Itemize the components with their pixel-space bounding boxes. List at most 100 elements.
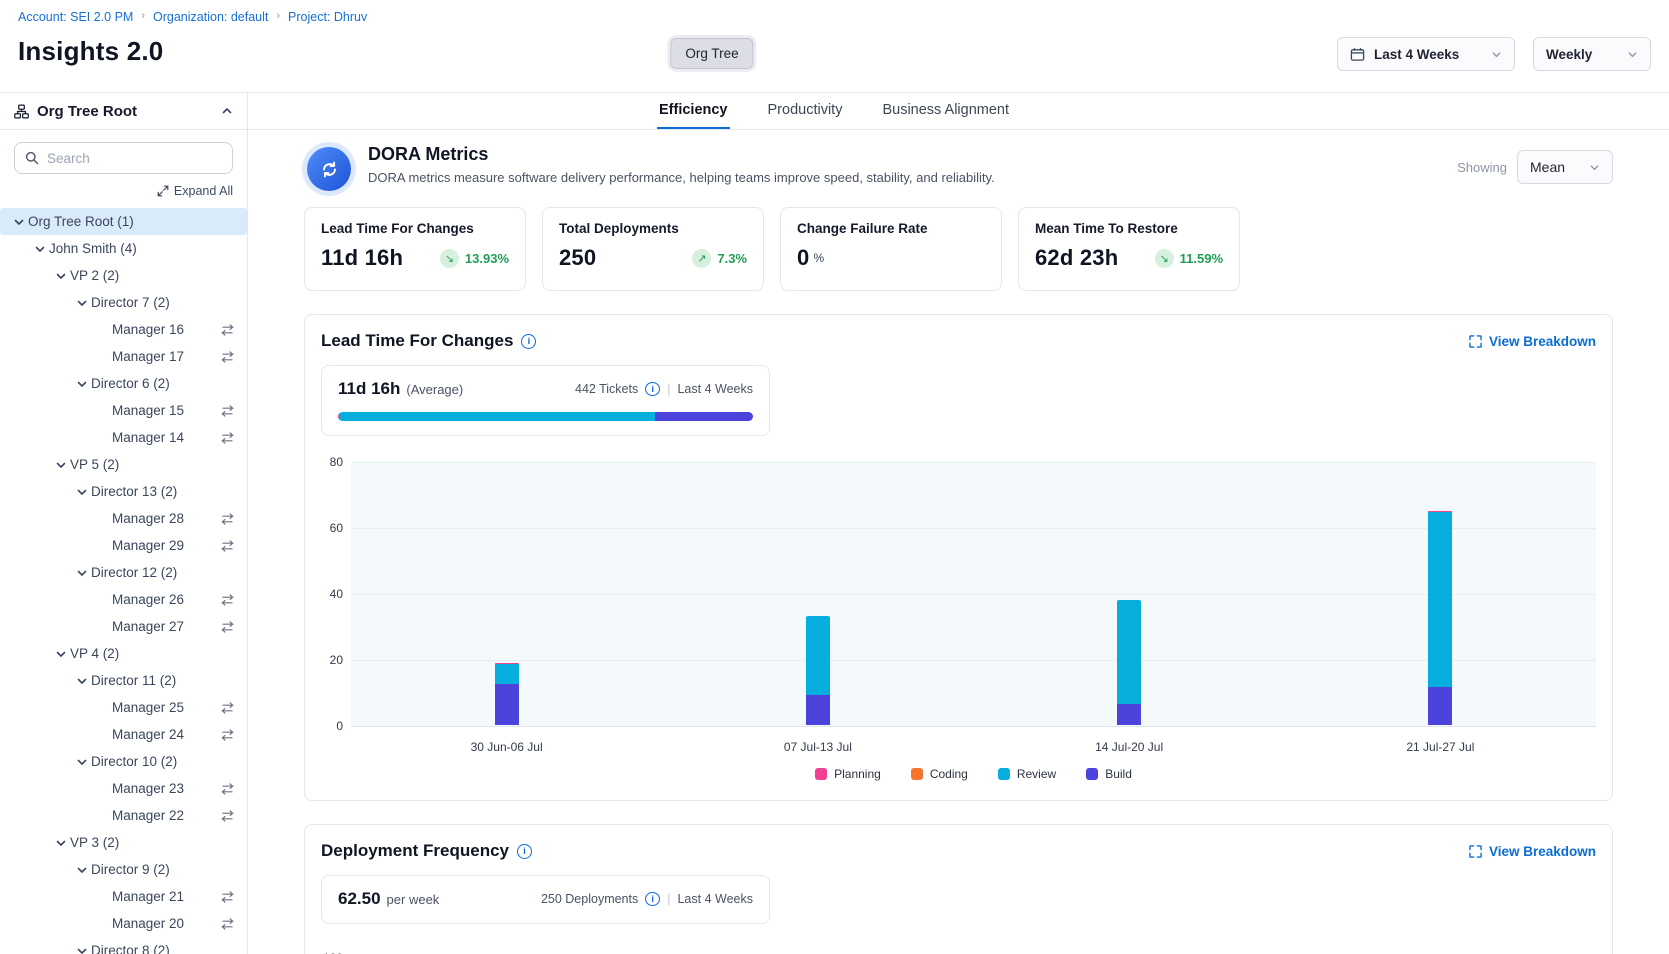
filter-settings-icon[interactable] (220, 431, 235, 445)
tree-item-manager-26[interactable]: Manager 26 (0, 586, 247, 613)
filter-settings-icon[interactable] (220, 917, 235, 931)
tree-item-manager-23[interactable]: Manager 23 (0, 775, 247, 802)
trend-percent: 13.93% (465, 251, 509, 266)
filter-settings-icon[interactable] (220, 593, 235, 607)
tree-item-manager-25[interactable]: Manager 25 (0, 694, 247, 721)
expand-all-button[interactable]: Expand All (157, 184, 233, 198)
tab-productivity[interactable]: Productivity (766, 93, 845, 129)
bar-segment-review (1428, 512, 1452, 687)
search-input[interactable] (47, 151, 222, 166)
chevron-up-icon[interactable] (221, 105, 233, 117)
tree-item-vp-5-2[interactable]: VP 5 (2) (0, 451, 247, 478)
bar-30-jun-06-jul[interactable] (495, 663, 519, 725)
breadcrumb-link[interactable]: Account: SEI 2.0 PM (18, 10, 133, 24)
filter-settings-icon[interactable] (220, 890, 235, 904)
chevron-down-icon (1491, 49, 1502, 60)
chevron-down-icon[interactable] (73, 945, 91, 954)
bar-21-jul-27-jul[interactable] (1428, 511, 1452, 725)
tree-item-manager-22[interactable]: Manager 22 (0, 802, 247, 829)
filter-settings-icon[interactable] (220, 539, 235, 553)
deployment-view-breakdown-link[interactable]: View Breakdown (1469, 844, 1596, 859)
lead-time-view-breakdown-link[interactable]: View Breakdown (1469, 334, 1596, 349)
tree-item-director-8-2[interactable]: Director 8 (2) (0, 937, 247, 954)
tree-item-vp-2-2[interactable]: VP 2 (2) (0, 262, 247, 289)
showing-dropdown[interactable]: Mean (1517, 150, 1613, 184)
tree-item-org-tree-root-1[interactable]: Org Tree Root (1) (0, 208, 247, 235)
tree-item-manager-28[interactable]: Manager 28 (0, 505, 247, 532)
tree-item-director-7-2[interactable]: Director 7 (2) (0, 289, 247, 316)
granularity-dropdown[interactable]: Weekly (1533, 37, 1651, 71)
chevron-down-icon[interactable] (73, 567, 91, 579)
bar-14-jul-20-jul[interactable] (1117, 600, 1141, 725)
tree-item-label: Director 8 (2) (91, 943, 170, 954)
bar-07-jul-13-jul[interactable] (806, 616, 830, 725)
filter-settings-icon[interactable] (220, 323, 235, 337)
tree-item-vp-4-2[interactable]: VP 4 (2) (0, 640, 247, 667)
filter-settings-icon[interactable] (220, 782, 235, 796)
tree-item-director-10-2[interactable]: Director 10 (2) (0, 748, 247, 775)
tree-item-label: Manager 26 (112, 592, 184, 607)
tickets-count: 442 Tickets (575, 382, 638, 396)
date-range-dropdown[interactable]: Last 4 Weeks (1337, 37, 1515, 71)
info-icon[interactable]: i (645, 382, 660, 396)
tree-item-manager-21[interactable]: Manager 21 (0, 883, 247, 910)
org-tree-button[interactable]: Org Tree (670, 38, 753, 69)
legend-item-review[interactable]: Review (998, 767, 1056, 781)
info-icon[interactable]: i (517, 844, 532, 859)
tree-item-manager-20[interactable]: Manager 20 (0, 910, 247, 937)
tree-item-vp-3-2[interactable]: VP 3 (2) (0, 829, 247, 856)
search-box[interactable] (14, 142, 233, 174)
tree-item-director-11-2[interactable]: Director 11 (2) (0, 667, 247, 694)
tree-item-manager-15[interactable]: Manager 15 (0, 397, 247, 424)
chevron-down-icon[interactable] (52, 459, 70, 471)
tree-item-manager-29[interactable]: Manager 29 (0, 532, 247, 559)
page-header: Account: SEI 2.0 PM›Organization: defaul… (0, 0, 1669, 92)
chevron-down-icon[interactable] (52, 270, 70, 282)
legend-item-coding[interactable]: Coding (911, 767, 968, 781)
chevron-down-icon (1589, 162, 1600, 173)
tree-item-manager-16[interactable]: Manager 16 (0, 316, 247, 343)
tree-item-manager-14[interactable]: Manager 14 (0, 424, 247, 451)
chevron-down-icon[interactable] (10, 216, 28, 228)
chevron-down-icon[interactable] (52, 837, 70, 849)
chevron-down-icon[interactable] (31, 243, 49, 255)
filter-settings-icon[interactable] (220, 809, 235, 823)
chevron-down-icon[interactable] (73, 864, 91, 876)
breadcrumb-link[interactable]: Project: Dhruv (288, 10, 367, 24)
lead-time-section: Lead Time For Changes i View Breakdown 1… (304, 314, 1613, 801)
filter-settings-icon[interactable] (220, 350, 235, 364)
tree-item-director-12-2[interactable]: Director 12 (2) (0, 559, 247, 586)
tree-item-manager-24[interactable]: Manager 24 (0, 721, 247, 748)
chevron-down-icon[interactable] (73, 756, 91, 768)
chevron-down-icon[interactable] (73, 297, 91, 309)
tree-item-label: Manager 28 (112, 511, 184, 526)
tree-item-director-6-2[interactable]: Director 6 (2) (0, 370, 247, 397)
filter-settings-icon[interactable] (220, 728, 235, 742)
chevron-down-icon[interactable] (52, 648, 70, 660)
bar-segment-review (806, 616, 830, 695)
tree-item-john-smith-4[interactable]: John Smith (4) (0, 235, 247, 262)
tree-item-manager-27[interactable]: Manager 27 (0, 613, 247, 640)
chevron-down-icon[interactable] (73, 378, 91, 390)
tree-item-label: Director 10 (2) (91, 754, 177, 769)
breadcrumb-link[interactable]: Organization: default (153, 10, 268, 24)
tree-item-director-13-2[interactable]: Director 13 (2) (0, 478, 247, 505)
tree-item-director-9-2[interactable]: Director 9 (2) (0, 856, 247, 883)
chevron-down-icon[interactable] (73, 486, 91, 498)
tree-item-manager-17[interactable]: Manager 17 (0, 343, 247, 370)
tab-business-alignment[interactable]: Business Alignment (880, 93, 1011, 129)
metric-value: 62d 23h (1035, 245, 1118, 271)
filter-settings-icon[interactable] (220, 512, 235, 526)
tab-efficiency[interactable]: Efficiency (657, 93, 730, 129)
filter-settings-icon[interactable] (220, 701, 235, 715)
main-content: DORA Metrics DORA metrics measure softwa… (248, 130, 1669, 954)
org-tree-sidebar: Org Tree Root Expand All Org Tre (0, 93, 248, 954)
info-icon[interactable]: i (645, 892, 660, 906)
legend-item-build[interactable]: Build (1086, 767, 1132, 781)
chevron-down-icon[interactable] (73, 675, 91, 687)
filter-settings-icon[interactable] (220, 404, 235, 418)
filter-settings-icon[interactable] (220, 620, 235, 634)
legend-item-planning[interactable]: Planning (815, 767, 881, 781)
dora-section-subtitle: DORA metrics measure software delivery p… (368, 170, 995, 185)
info-icon[interactable]: i (521, 334, 536, 349)
